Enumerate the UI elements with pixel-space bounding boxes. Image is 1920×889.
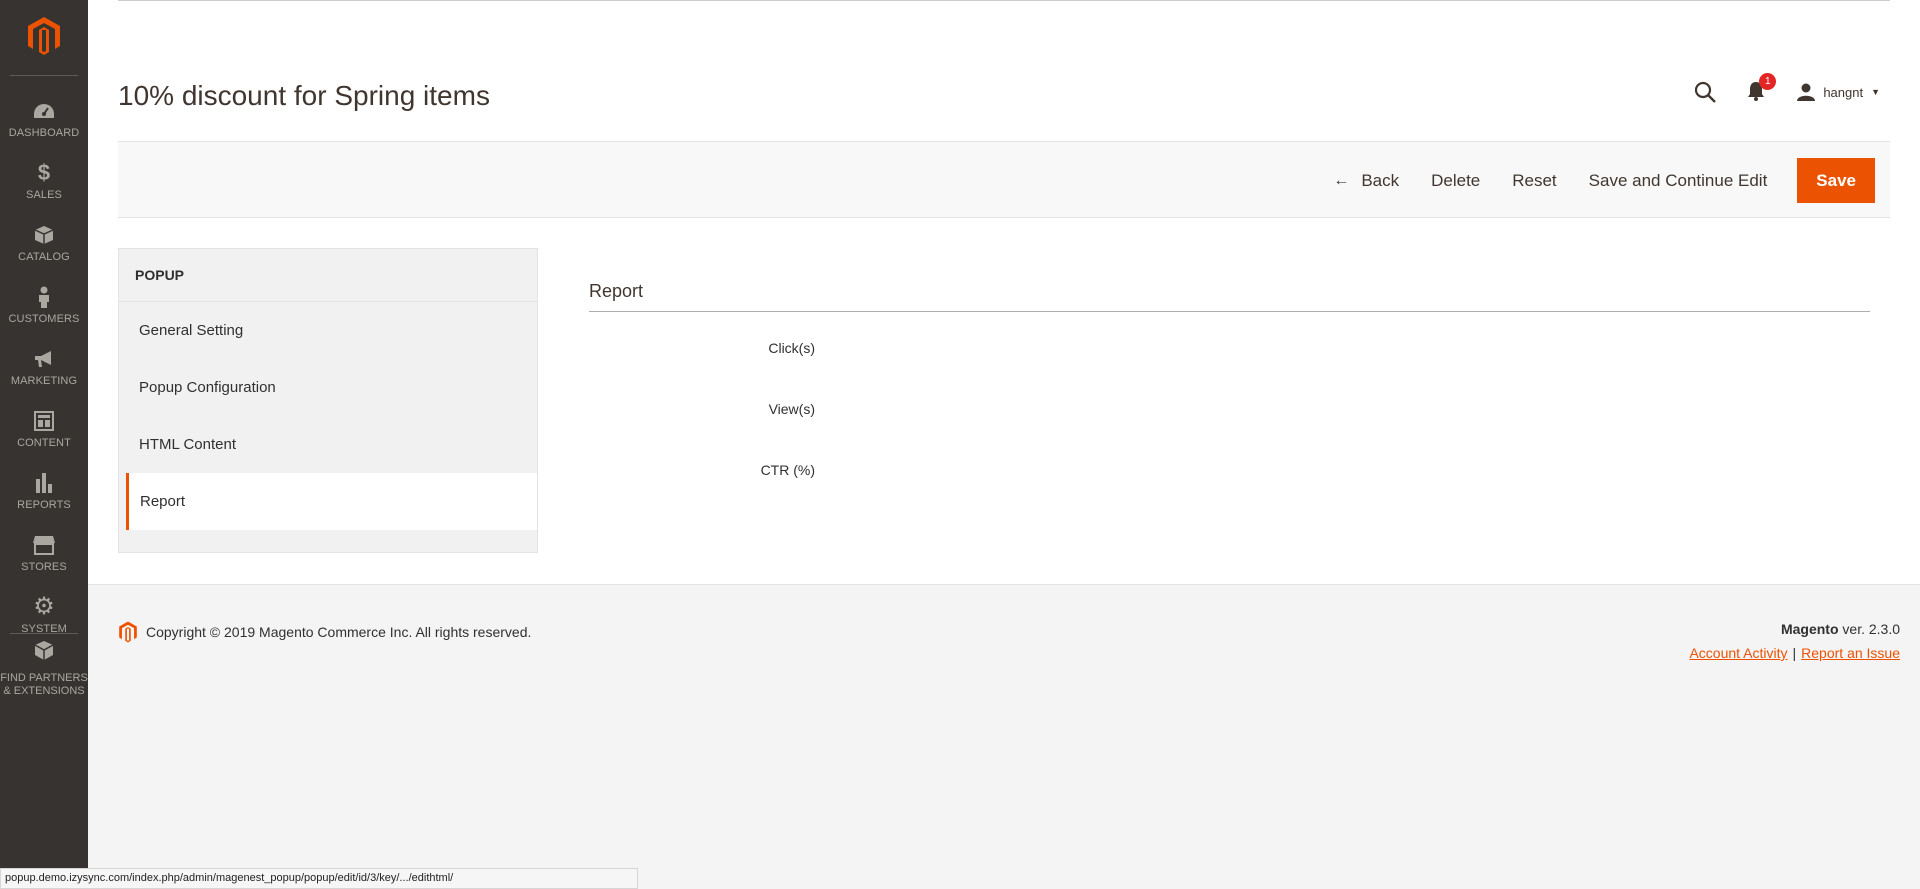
admin-user-actions: 1 hangnt ▼ bbox=[1693, 73, 1880, 104]
bar-chart-icon bbox=[34, 472, 54, 494]
ctr-label: CTR (%) bbox=[760, 462, 815, 478]
nav-item-customers[interactable]: CUSTOMERS bbox=[0, 274, 88, 336]
cubes-icon bbox=[33, 640, 55, 667]
page-footer: Copyright © 2019 Magento Commerce Inc. A… bbox=[88, 584, 1920, 889]
nav-divider bbox=[10, 633, 78, 634]
save-button[interactable]: Save bbox=[1797, 158, 1875, 203]
page-actions-bar: ← Back Delete Reset Save and Continue Ed… bbox=[118, 141, 1890, 218]
nav-item-label: CUSTOMERS bbox=[8, 312, 80, 325]
nav-item-label: DASHBOARD bbox=[8, 126, 80, 139]
nav-item-sales[interactable]: $ SALES bbox=[0, 150, 88, 212]
tab-report[interactable]: Report bbox=[126, 473, 537, 530]
nav-item-stores[interactable]: STORES bbox=[0, 522, 88, 584]
reset-button[interactable]: Reset bbox=[1496, 159, 1572, 203]
nav-partners-label-line2: & EXTENSIONS bbox=[3, 685, 85, 697]
nav-item-label: STORES bbox=[21, 560, 67, 573]
store-icon bbox=[32, 534, 56, 556]
nav-item-marketing[interactable]: MARKETING bbox=[0, 336, 88, 398]
gear-icon: ⚙ bbox=[33, 593, 55, 620]
page-title: 10% discount for Spring items bbox=[118, 80, 490, 111]
tabs-heading: POPUP bbox=[119, 249, 537, 302]
layout-icon bbox=[34, 410, 54, 432]
report-issue-link[interactable]: Report an Issue bbox=[1801, 645, 1900, 661]
dashboard-icon bbox=[33, 100, 55, 122]
nav-item-content[interactable]: CONTENT bbox=[0, 398, 88, 460]
dollar-icon: $ bbox=[37, 159, 51, 185]
chevron-down-icon: ▼ bbox=[1871, 87, 1880, 97]
account-activity-link[interactable]: Account Activity bbox=[1689, 645, 1787, 661]
megaphone-icon bbox=[33, 348, 55, 370]
report-section-title: Report bbox=[589, 281, 644, 301]
tab-popup-configuration[interactable]: Popup Configuration bbox=[119, 359, 537, 416]
nav-item-label: SALES bbox=[26, 188, 62, 201]
footer-link-separator: | bbox=[1792, 645, 1797, 661]
footer-brand: Magento bbox=[1780, 621, 1839, 637]
nav-item-label: CONTENT bbox=[17, 436, 71, 449]
delete-button[interactable]: Delete bbox=[1415, 159, 1496, 203]
nav-item-dashboard[interactable]: DASHBOARD bbox=[0, 88, 88, 150]
box-icon bbox=[34, 224, 54, 246]
tab-html-content[interactable]: HTML Content bbox=[119, 416, 537, 473]
save-and-continue-button[interactable]: Save and Continue Edit bbox=[1573, 159, 1784, 203]
nav-item-label: MARKETING bbox=[10, 374, 78, 387]
username: hangnt bbox=[1823, 84, 1864, 100]
popup-tabs: POPUP General Setting Popup Configuratio… bbox=[118, 248, 538, 553]
magento-logo-icon bbox=[28, 17, 60, 55]
nav-partners-label-line1: FIND PARTNERS bbox=[0, 672, 88, 684]
user-icon bbox=[1797, 83, 1816, 101]
top-divider bbox=[118, 0, 1890, 1]
views-label: View(s) bbox=[768, 401, 815, 417]
search-icon[interactable] bbox=[1693, 80, 1717, 104]
notifications-button[interactable]: 1 bbox=[1747, 73, 1777, 103]
back-button[interactable]: ← Back bbox=[1317, 159, 1415, 203]
nav-item-system[interactable]: ⚙ SYSTEM bbox=[0, 584, 88, 646]
nav-item-label: CATALOG bbox=[18, 250, 70, 263]
admin-sidebar: DASHBOARD $ SALES CATALOG CUSTOMERS MARK… bbox=[0, 0, 88, 889]
nav-item-label: REPORTS bbox=[17, 498, 71, 511]
person-icon bbox=[37, 286, 51, 308]
notification-count-badge: 1 bbox=[1759, 73, 1777, 90]
copyright-text: Copyright © 2019 Magento Commerce Inc. A… bbox=[146, 624, 532, 640]
arrow-left-icon: ← bbox=[1333, 171, 1350, 189]
nav-item-reports[interactable]: REPORTS bbox=[0, 460, 88, 522]
browser-status-bar: popup.demo.izysync.com/index.php/admin/m… bbox=[0, 868, 638, 889]
section-divider bbox=[589, 311, 1870, 312]
nav-item-find-partners[interactable]: FIND PARTNERS & EXTENSIONS bbox=[0, 640, 88, 698]
page-content: 10% discount for Spring items 1 hangnt ▼… bbox=[88, 0, 1920, 584]
nav-item-catalog[interactable]: CATALOG bbox=[0, 212, 88, 274]
back-label: Back bbox=[1361, 170, 1400, 190]
magento-footer-logo-icon bbox=[119, 621, 137, 643]
clicks-label: Click(s) bbox=[768, 340, 815, 356]
footer-version: ver. 2.3.0 bbox=[1838, 621, 1900, 637]
magento-logo[interactable] bbox=[0, 0, 88, 72]
user-menu[interactable]: hangnt ▼ bbox=[1797, 83, 1880, 101]
nav-divider bbox=[10, 75, 78, 76]
tab-general-setting[interactable]: General Setting bbox=[119, 302, 537, 359]
